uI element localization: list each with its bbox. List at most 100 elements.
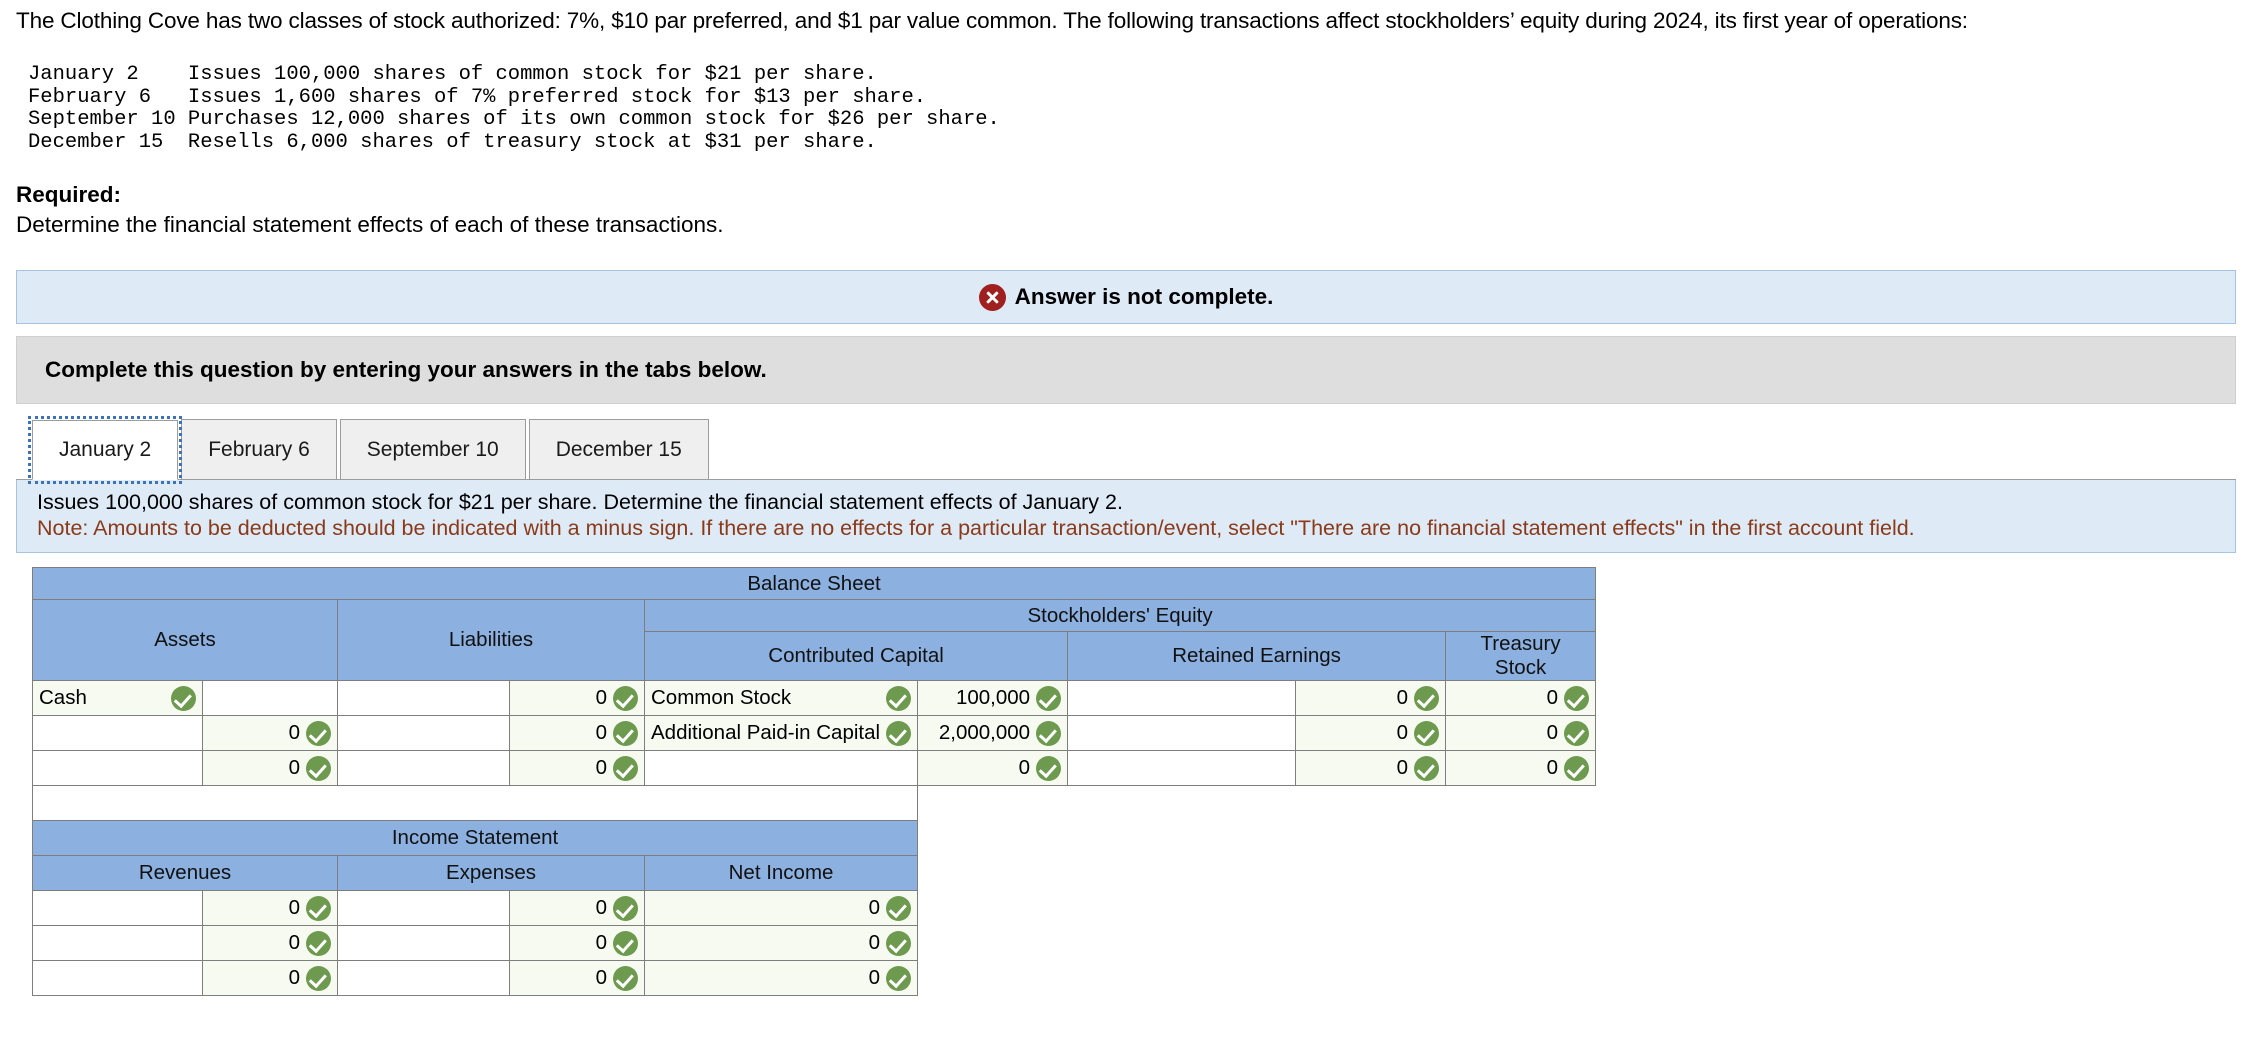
liability-account-field-1[interactable] xyxy=(337,680,510,717)
asset-amount-cell-2: 0 xyxy=(209,720,331,746)
correct-check-icon xyxy=(613,755,638,781)
tab-prompt-panel: Issues 100,000 shares of common stock fo… xyxy=(16,480,2236,554)
retained-earnings-account-field-3[interactable] xyxy=(1067,750,1297,787)
net-income-amount-value-3: 0 xyxy=(868,966,881,990)
expense-amount-field-2[interactable]: 0 xyxy=(509,925,645,962)
asset-account-value-1: Cash xyxy=(39,686,87,710)
asset-account-field-2[interactable] xyxy=(32,715,203,752)
table-row: 0 0 0 xyxy=(32,750,1597,787)
revenue-account-field-3[interactable] xyxy=(32,960,203,997)
revenue-amount-cell-2: 0 xyxy=(209,930,331,956)
error-circle-x-icon xyxy=(978,283,1006,311)
liability-amount-cell-2: 0 xyxy=(516,720,638,746)
income-row-void-1 xyxy=(918,891,1596,926)
asset-account-field-3[interactable] xyxy=(32,750,203,787)
header-revenues: Revenues xyxy=(32,855,338,892)
contributed-capital-amount-cell-3: 0 xyxy=(924,755,1062,781)
retained-earnings-amount-value-1: 0 xyxy=(1396,686,1409,710)
retained-earnings-account-field-2[interactable] xyxy=(1067,715,1297,752)
tab-february-6[interactable]: February 6 xyxy=(181,419,337,480)
liability-amount-field-2[interactable]: 0 xyxy=(509,715,645,752)
correct-check-icon xyxy=(1036,685,1062,711)
asset-amount-field-3[interactable]: 0 xyxy=(202,750,338,787)
revenue-amount-field-1[interactable]: 0 xyxy=(202,890,338,927)
revenue-amount-field-3[interactable]: 0 xyxy=(202,960,338,997)
net-income-amount-field-3[interactable]: 0 xyxy=(643,960,919,997)
asset-amount-value-2: 0 xyxy=(288,721,300,745)
balance-sheet-title-row: Balance Sheet xyxy=(31,567,1597,601)
header-expenses: Expenses xyxy=(337,855,645,892)
retained-earnings-amount-field-1[interactable]: 0 xyxy=(1295,680,1447,717)
contributed-capital-account-field-2[interactable]: Additional Paid-in Capital xyxy=(643,715,919,752)
net-income-amount-field-1[interactable]: 0 xyxy=(643,890,919,927)
liability-account-field-2[interactable] xyxy=(337,715,510,752)
correct-check-icon xyxy=(306,930,331,956)
tab-september-10[interactable]: September 10 xyxy=(339,419,526,480)
contributed-capital-amount-field-2[interactable]: 2,000,000 xyxy=(917,715,1069,752)
treasury-stock-amount-field-3[interactable]: 0 xyxy=(1445,750,1597,787)
revenue-account-field-1[interactable] xyxy=(32,890,203,927)
retained-earnings-amount-value-3: 0 xyxy=(1396,756,1409,780)
expense-amount-cell-3: 0 xyxy=(516,965,638,991)
income-statement-title-row: Income Statement xyxy=(31,820,1596,857)
retained-earnings-account-field-1[interactable] xyxy=(1067,680,1297,717)
income-statement-title-void xyxy=(918,821,1596,856)
expense-amount-value-2: 0 xyxy=(595,931,607,955)
header-retained-earnings: Retained Earnings xyxy=(1067,631,1447,682)
treasury-stock-amount-field-2[interactable]: 0 xyxy=(1445,715,1597,752)
expense-amount-field-1[interactable]: 0 xyxy=(509,890,645,927)
asset-account-field-1[interactable]: Cash xyxy=(32,680,203,717)
income-statement-header-row: Revenues Expenses Net Income xyxy=(32,855,1596,892)
header-net-income: Net Income xyxy=(643,855,919,892)
net-income-amount-value-1: 0 xyxy=(868,896,881,920)
tab-january-2[interactable]: January 2 xyxy=(27,416,183,485)
liability-amount-value-1: 0 xyxy=(595,686,607,710)
revenue-amount-field-2[interactable]: 0 xyxy=(202,925,338,962)
treasury-stock-amount-value-3: 0 xyxy=(1546,756,1559,780)
revenue-account-field-2[interactable] xyxy=(32,925,203,962)
liability-amount-field-3[interactable]: 0 xyxy=(509,750,645,787)
table-row: 0 0 Additional Paid-in Capital 2,000,000… xyxy=(32,715,1597,752)
header-stockholders-equity: Stockholders' Equity xyxy=(643,599,1597,633)
required-label: Required: xyxy=(16,182,122,208)
correct-check-icon xyxy=(1564,755,1590,781)
expense-amount-field-3[interactable]: 0 xyxy=(509,960,645,997)
expense-account-field-3[interactable] xyxy=(337,960,510,997)
liability-account-field-3[interactable] xyxy=(337,750,510,787)
correct-check-icon xyxy=(1036,720,1062,746)
table-row: 0 0 0 xyxy=(32,890,1596,927)
treasury-stock-amount-field-1[interactable]: 0 xyxy=(1445,680,1597,717)
contributed-capital-amount-field-3[interactable]: 0 xyxy=(917,750,1069,787)
net-income-amount-cell-1: 0 xyxy=(651,895,912,921)
income-row-void-3 xyxy=(918,961,1596,996)
tab-december-15-label: December 15 xyxy=(555,437,682,461)
contributed-capital-account-field-3[interactable] xyxy=(643,750,919,787)
correct-check-icon xyxy=(171,685,196,711)
tab-december-15[interactable]: December 15 xyxy=(528,419,709,480)
answer-status-banner-inner: Answer is not complete. xyxy=(978,283,1274,311)
retained-earnings-amount-field-2[interactable]: 0 xyxy=(1295,715,1447,752)
expense-account-field-2[interactable] xyxy=(337,925,510,962)
expense-account-field-1[interactable] xyxy=(337,890,510,927)
retained-earnings-amount-field-3[interactable]: 0 xyxy=(1295,750,1447,787)
answer-status-banner: Answer is not complete. xyxy=(16,270,2236,325)
contributed-capital-amount-field-1[interactable]: 100,000 xyxy=(917,680,1069,717)
required-text: Determine the financial statement effect… xyxy=(16,212,724,238)
net-income-amount-field-2[interactable]: 0 xyxy=(643,925,919,962)
contributed-capital-account-field-1[interactable]: Common Stock xyxy=(643,680,919,717)
tab-january-2-label: January 2 xyxy=(59,438,152,462)
table-row: Cash 0 Common Stock 100,000 0 0 xyxy=(32,680,1597,717)
liability-amount-field-1[interactable]: 0 xyxy=(509,680,645,717)
asset-amount-field-2[interactable]: 0 xyxy=(202,715,338,752)
asset-amount-field-1[interactable] xyxy=(202,680,338,717)
correct-check-icon xyxy=(886,685,912,711)
answer-status-text: Answer is not complete. xyxy=(1014,284,1274,310)
asset-amount-cell-3: 0 xyxy=(209,755,331,781)
treasury-stock-amount-cell-1: 0 xyxy=(1452,685,1590,711)
correct-check-icon xyxy=(306,965,331,991)
balance-sheet-table: Balance Sheet Assets Liabilities Stockho… xyxy=(31,567,1597,997)
header-treasury-stock: Treasury Stock xyxy=(1445,631,1597,682)
net-income-amount-cell-2: 0 xyxy=(651,930,912,956)
revenue-amount-value-2: 0 xyxy=(288,931,300,955)
instruction-bar: Complete this question by entering your … xyxy=(16,336,2236,405)
